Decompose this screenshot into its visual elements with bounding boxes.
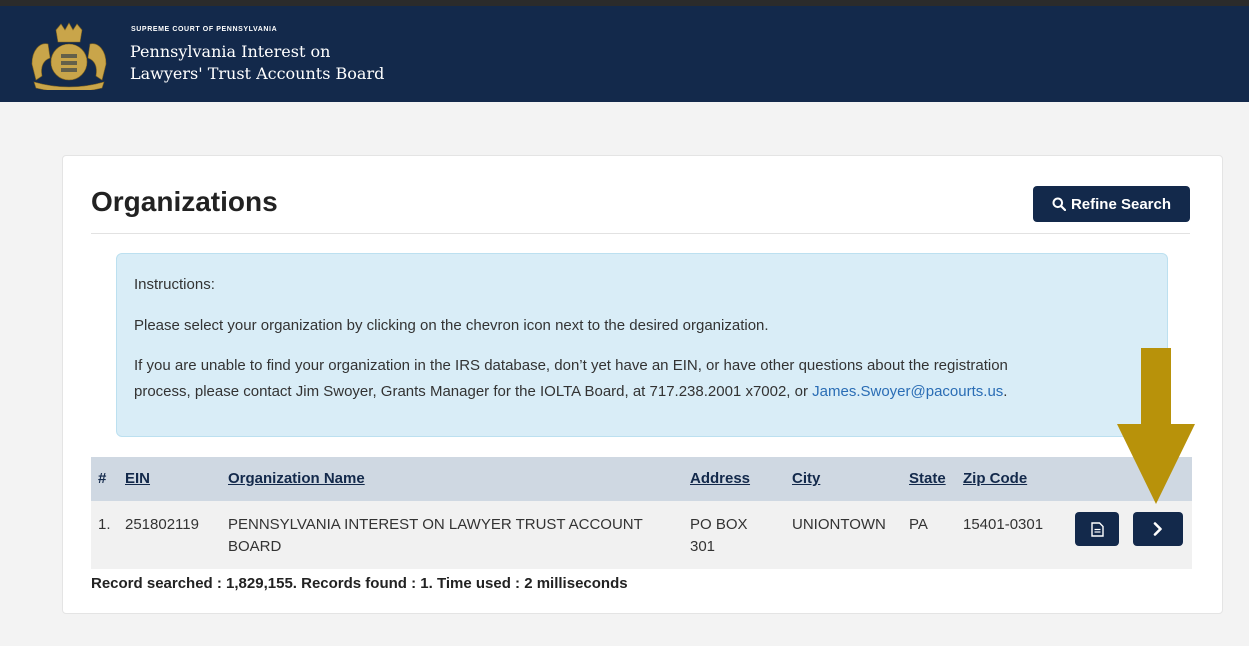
search-icon	[1052, 197, 1066, 211]
instructions-line-3-end: .	[1003, 383, 1008, 400]
search-summary: Record searched : 1,829,155. Records fou…	[91, 575, 628, 592]
board-name-line1: Pennsylvania Interest on	[130, 42, 331, 61]
row-organization-name-line2: BOARD	[228, 538, 282, 555]
col-header-number: #	[98, 470, 107, 487]
refine-search-button[interactable]: Refine Search	[1033, 186, 1190, 222]
row-state: PA	[909, 516, 928, 533]
col-header-city[interactable]: City	[792, 470, 820, 487]
row-number: 1.	[98, 516, 111, 533]
seal-icon	[31, 22, 107, 90]
row-zip: 15401-0301	[963, 516, 1044, 533]
col-header-address[interactable]: Address	[690, 470, 750, 487]
row-ein: 251802119	[125, 516, 199, 533]
chevron-right-icon	[1153, 522, 1162, 536]
row-address: PO BOX 301	[690, 514, 748, 558]
row-address-line2: 301	[690, 538, 716, 555]
col-header-organization-name[interactable]: Organization Name	[228, 470, 365, 487]
contact-email-link[interactable]: James.Swoyer@pacourts.us	[812, 383, 1003, 400]
title-divider	[91, 233, 1190, 234]
document-icon	[1090, 521, 1104, 537]
instructions-line-2: If you are unable to find your organizat…	[134, 357, 1008, 374]
view-details-button[interactable]	[1075, 512, 1119, 546]
row-city: UNIONTOWN	[792, 516, 886, 533]
instructions-line-3: process, please contact Jim Swoyer, Gran…	[134, 383, 1007, 400]
instructions-panel	[116, 253, 1168, 437]
col-header-state[interactable]: State	[909, 470, 946, 487]
row-address-line1: PO BOX	[690, 516, 748, 533]
refine-search-label: Refine Search	[1070, 195, 1172, 213]
court-name: SUPREME COURT OF PENNSYLVANIA	[131, 26, 278, 33]
row-organization-name: PENNSYLVANIA INTEREST ON LAWYER TRUST AC…	[228, 514, 643, 558]
instructions-heading: Instructions:	[134, 276, 215, 293]
select-organization-button[interactable]	[1133, 512, 1183, 546]
instructions-line-1: Please select your organization by click…	[134, 317, 769, 334]
board-name-line2: Lawyers' Trust Accounts Board	[130, 64, 385, 83]
row-organization-name-line1: PENNSYLVANIA INTEREST ON LAWYER TRUST AC…	[228, 516, 643, 533]
arrow-down-icon	[1117, 348, 1195, 504]
col-header-ein[interactable]: EIN	[125, 470, 150, 487]
col-header-zip-code[interactable]: Zip Code	[963, 470, 1027, 487]
page-title: Organizations	[91, 186, 278, 217]
instructions-line-3-text: process, please contact Jim Swoyer, Gran…	[134, 383, 813, 400]
site-header: SUPREME COURT OF PENNSYLVANIA Pennsylvan…	[0, 6, 1249, 102]
